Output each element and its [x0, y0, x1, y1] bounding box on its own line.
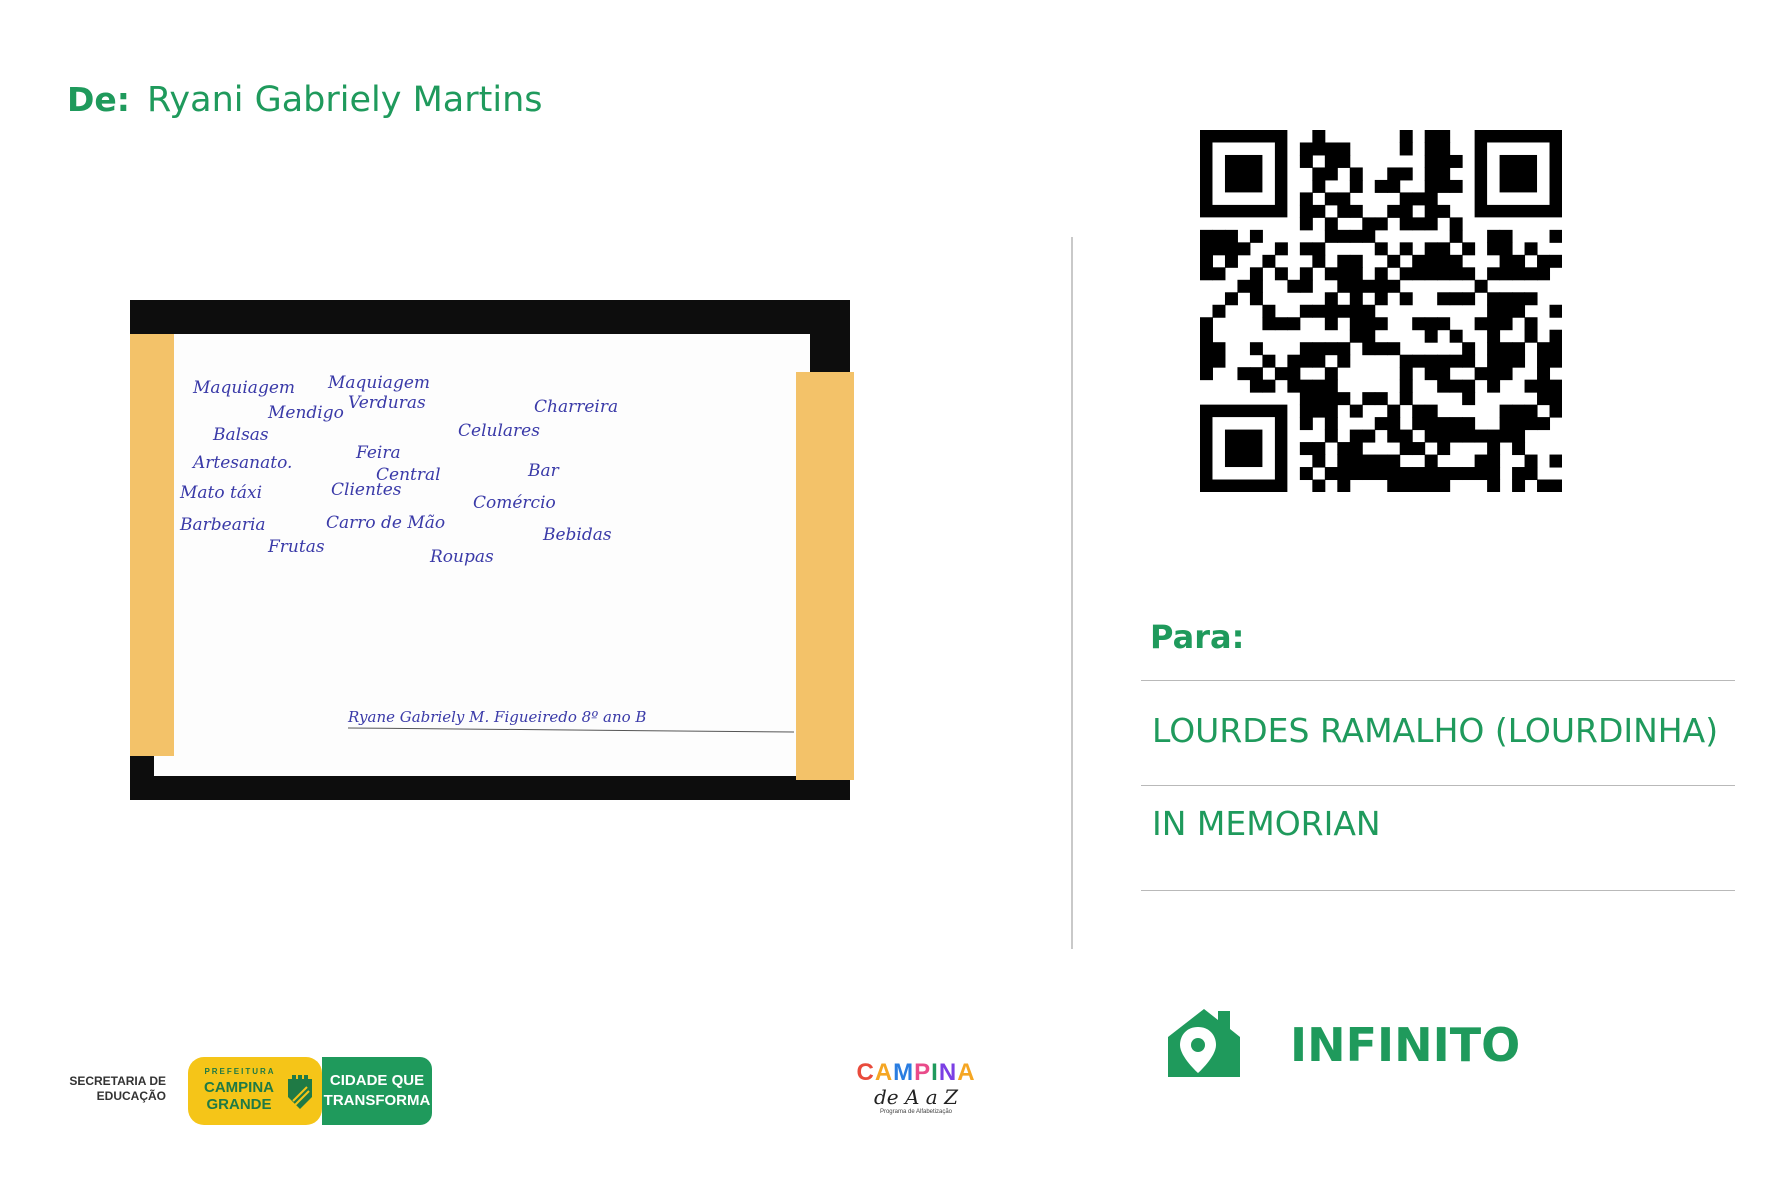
- qr-code-icon: [1200, 130, 1563, 493]
- address-line: [1141, 785, 1735, 786]
- city-shield-icon: [288, 1075, 312, 1109]
- address-line: [1141, 680, 1735, 681]
- campina-letter: N: [938, 1059, 958, 1086]
- place-name: INFINITO: [1290, 1018, 1521, 1072]
- handwritten-word: Clientes: [331, 480, 402, 500]
- prefeitura-label: PREFEITURA: [204, 1067, 276, 1076]
- campina-subtitle: de A a Z: [874, 1085, 958, 1109]
- handwritten-word: Mendigo: [267, 403, 344, 423]
- handwritten-word: Maquiagem: [192, 378, 295, 398]
- signature-text: Ryane Gabriely M. Figueiredo 8º ano B: [347, 708, 646, 726]
- handwritten-word: Balsas: [212, 425, 269, 445]
- letter-photo: Maquiagem Maquiagem Charreira Mendigo Verdur…: [118, 300, 854, 800]
- prefeitura-city: CAMPINA GRANDE: [204, 1079, 274, 1113]
- handwritten-word: Charreira: [534, 397, 618, 417]
- address-line: [1141, 890, 1735, 891]
- vertical-divider: [1071, 237, 1073, 949]
- handwritten-word: Celulares: [458, 421, 540, 441]
- slogan-logo: CIDADE QUE TRANSFORMA: [322, 1057, 432, 1125]
- campina-letter: I: [931, 1059, 939, 1086]
- recipient-note: IN MEMORIAN: [1152, 804, 1381, 843]
- handwritten-word: Frutas: [267, 537, 325, 557]
- campina-az-logo: CAMPINA de A a Z Programa de Alfabetizaç…: [846, 1060, 986, 1128]
- handwritten-word: Mato táxi: [179, 483, 262, 503]
- handwritten-word: Maquiagem: [327, 373, 430, 393]
- campina-letter: A: [874, 1059, 894, 1086]
- campina-note: Programa de Alfabetização: [879, 1109, 953, 1115]
- campina-letter: M: [893, 1059, 915, 1086]
- campina-letter: P: [914, 1059, 932, 1086]
- campina-letter: C: [856, 1059, 875, 1086]
- to-label: Para:: [1150, 618, 1245, 656]
- recipient-name: LOURDES RAMALHO (LOURDINHA): [1152, 711, 1719, 750]
- handwritten-word: Roupas: [429, 547, 494, 567]
- place-block: INFINITO: [1160, 1005, 1760, 1095]
- from-label: De:: [67, 80, 130, 119]
- handwritten-word: Bar: [527, 461, 560, 481]
- campina-letter: A: [957, 1059, 976, 1086]
- prefeitura-logo: PREFEITURA CAMPINA GRANDE: [188, 1057, 322, 1125]
- sender-name: Ryani Gabriely Martins: [147, 80, 543, 120]
- handwritten-word: Artesanato.: [191, 453, 292, 473]
- home-location-icon: [1168, 1009, 1240, 1077]
- handwritten-word: Feira: [355, 443, 401, 463]
- handwritten-word: Bebidas: [542, 525, 612, 545]
- campina-word: CAMPINA: [846, 1060, 986, 1086]
- handwritten-word: Barbearia: [179, 515, 266, 535]
- handwritten-word: Comércio: [473, 493, 556, 513]
- secretaria-logo-text: SECRETARIA DE EDUCAÇÃO: [69, 1074, 166, 1103]
- handwritten-word: Carro de Mão: [326, 513, 445, 533]
- handwritten-word: Verduras: [348, 393, 426, 413]
